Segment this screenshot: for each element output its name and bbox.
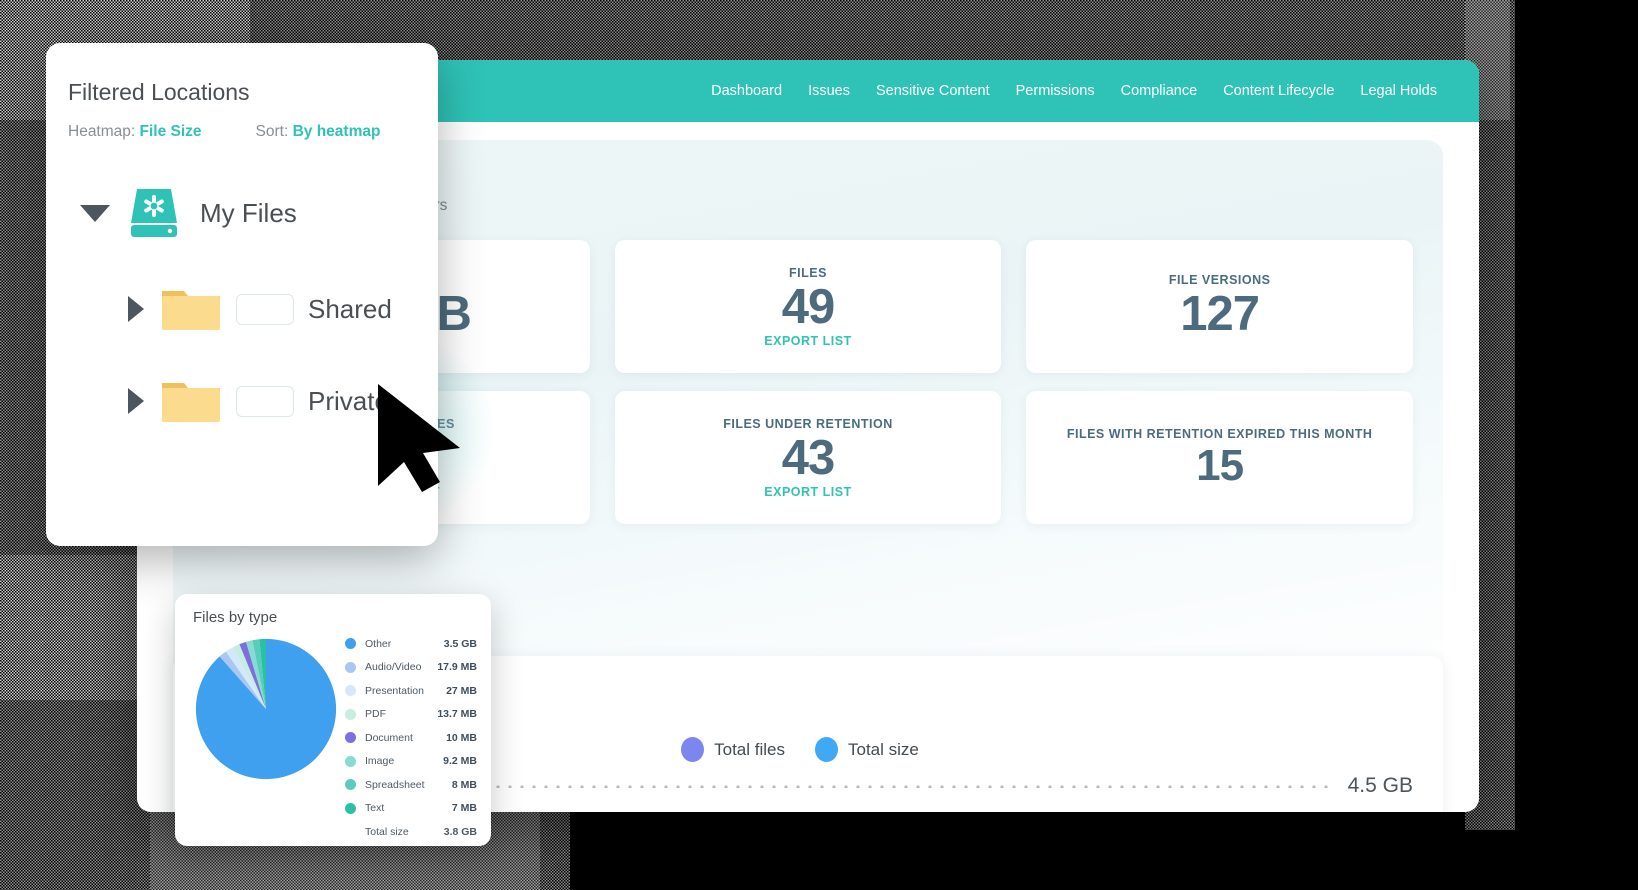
pie-legend-value: 3.5 GB	[444, 638, 477, 650]
nav-item-sensitive-content[interactable]: Sensitive Content	[876, 83, 990, 99]
stat-card-files[interactable]: FILES 49 EXPORT LIST	[615, 240, 1002, 373]
tree-item-label: My Files	[200, 198, 297, 229]
pie-legend-row: Other3.5 GB	[345, 632, 477, 656]
stat-value: 43	[782, 433, 835, 484]
pie-legend-value: 10 MB	[446, 732, 477, 744]
chevron-right-icon[interactable]	[128, 296, 144, 322]
drive-icon	[126, 187, 182, 239]
files-by-type-title: Files by type	[193, 609, 477, 626]
axis-label-right: 4.5 GB	[1348, 774, 1413, 798]
pie-legend-swatch	[345, 779, 356, 790]
pie-legend-row: Audio/Video17.9 MB	[345, 656, 477, 680]
pie-chart	[193, 630, 339, 844]
pie-total-value: 3.8 GB	[444, 826, 477, 838]
pie-legend-swatch	[345, 756, 356, 767]
pie-legend-label: Text	[365, 802, 452, 814]
nav-item-compliance[interactable]: Compliance	[1121, 83, 1198, 99]
heatmap-bar-private	[236, 386, 294, 417]
pie-legend-row: Document10 MB	[345, 726, 477, 750]
pie-total-label: Total size	[365, 826, 444, 838]
legend-swatch	[815, 737, 838, 762]
filtered-locations-meta: Heatmap: File Size Sort: By heatmap	[68, 123, 408, 141]
stat-card-files-under-retention[interactable]: FILES UNDER RETENTION 43 EXPORT LIST	[615, 391, 1002, 524]
legend-swatch	[681, 737, 704, 762]
pie-legend-row: Text7 MB	[345, 797, 477, 821]
tree-item-label: Shared	[308, 294, 392, 325]
locations-tree: My Files Shared	[68, 187, 408, 423]
heatmap-setting: Heatmap: File Size	[68, 123, 202, 141]
legend-label: Total files	[714, 740, 785, 760]
pie-legend-row: Spreadsheet8 MB	[345, 773, 477, 797]
tree-item-shared[interactable]: Shared	[128, 287, 408, 331]
nav-item-permissions[interactable]: Permissions	[1016, 83, 1095, 99]
folder-icon	[160, 287, 222, 331]
screenshot-stage: Govern Dashboard Issues Sensitive Conten…	[0, 0, 1638, 890]
pie-legend-label: Other	[365, 638, 444, 650]
tree-item-private[interactable]: Private	[128, 379, 408, 423]
filtered-locations-title: Filtered Locations	[68, 79, 408, 106]
files-by-type-body: Other3.5 GBAudio/Video17.9 MBPresentatio…	[193, 630, 477, 844]
pie-legend-total-row: Total size3.8 GB	[345, 820, 477, 844]
pie-legend-row: Presentation27 MB	[345, 679, 477, 703]
tree-item-my-files[interactable]: My Files	[80, 187, 408, 239]
pie-legend-swatch-empty	[345, 826, 356, 837]
pie-legend-swatch	[345, 685, 356, 696]
sort-value[interactable]: By heatmap	[293, 123, 381, 140]
chevron-right-icon[interactable]	[128, 388, 144, 414]
pie-legend-row: PDF13.7 MB	[345, 703, 477, 727]
pie-legend-value: 8 MB	[452, 779, 477, 791]
pie-legend-value: 17.9 MB	[437, 661, 477, 673]
nav-item-dashboard[interactable]: Dashboard	[711, 83, 782, 99]
pie-legend-swatch	[345, 662, 356, 673]
nav-item-content-lifecycle[interactable]: Content Lifecycle	[1223, 83, 1334, 99]
pie-legend-label: Spreadsheet	[365, 779, 452, 791]
legend-label: Total size	[848, 740, 919, 760]
pie-legend-value: 13.7 MB	[437, 708, 477, 720]
pie-legend-swatch	[345, 638, 356, 649]
heatmap-bar-shared	[236, 294, 294, 325]
pie-legend-swatch	[345, 803, 356, 814]
folder-icon	[160, 379, 222, 423]
pie-legend-label: PDF	[365, 708, 437, 720]
pie-legend-swatch	[345, 732, 356, 743]
pie-legend-value: 27 MB	[446, 685, 477, 697]
legend-item-total-files[interactable]: Total files	[681, 737, 785, 762]
chevron-down-icon[interactable]	[80, 205, 110, 222]
stat-card-retention-expired[interactable]: FILES WITH RETENTION EXPIRED THIS MONTH …	[1026, 391, 1413, 524]
heatmap-label: Heatmap:	[68, 123, 135, 140]
stat-value: 127	[1180, 289, 1259, 340]
legend-item-total-size[interactable]: Total size	[815, 737, 919, 762]
mouse-cursor	[374, 382, 466, 494]
pie-legend-label: Audio/Video	[365, 661, 437, 673]
sort-label: Sort:	[256, 123, 289, 140]
export-list-link[interactable]: EXPORT LIST	[764, 485, 851, 499]
pie-legend-swatch	[345, 709, 356, 720]
sort-setting: Sort: By heatmap	[256, 123, 381, 141]
nav-item-issues[interactable]: Issues	[808, 83, 850, 99]
heatmap-value[interactable]: File Size	[140, 123, 202, 140]
pie-legend-row: Image9.2 MB	[345, 750, 477, 774]
pie-chart-svg	[193, 636, 339, 782]
files-by-type-card: Files by type Other3.5 GBAudio/Video17.9…	[175, 594, 491, 846]
pie-legend-label: Image	[365, 755, 443, 767]
pie-legend: Other3.5 GBAudio/Video17.9 MBPresentatio…	[345, 630, 477, 844]
stat-card-file-versions[interactable]: FILE VERSIONS 127	[1026, 240, 1413, 373]
nav-item-legal-holds[interactable]: Legal Holds	[1360, 83, 1437, 99]
stat-value: 49	[782, 282, 835, 333]
export-list-link[interactable]: EXPORT LIST	[764, 334, 851, 348]
pie-legend-label: Presentation	[365, 685, 446, 697]
nav-links: Dashboard Issues Sensitive Content Permi…	[711, 83, 1437, 99]
pie-legend-value: 9.2 MB	[443, 755, 477, 767]
pie-legend-label: Document	[365, 732, 446, 744]
stat-value: 15	[1196, 443, 1243, 489]
pie-legend-value: 7 MB	[452, 802, 477, 814]
